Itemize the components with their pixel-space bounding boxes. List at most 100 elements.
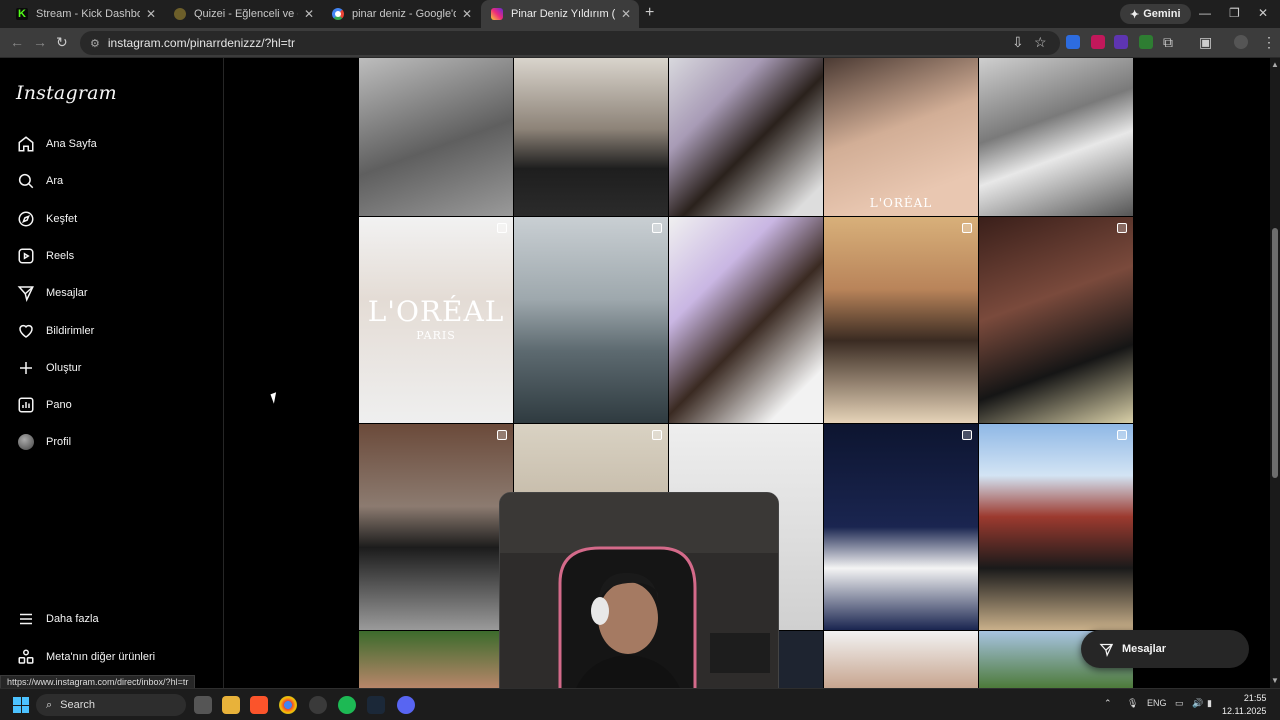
post-thumbnail[interactable]: L'ORÉAL: [824, 58, 978, 216]
post-thumbnail[interactable]: [824, 217, 978, 423]
brave-browser-icon[interactable]: [250, 696, 268, 714]
post-thumbnail[interactable]: [514, 58, 668, 216]
microphone-icon[interactable]: 🎙: [1127, 698, 1138, 709]
nav-notifications[interactable]: Bildirimler: [12, 315, 212, 347]
tab-instagram[interactable]: Pinar Deniz Yıldırım (@pinarrde ✕: [481, 0, 639, 28]
carousel-icon: [962, 223, 972, 233]
scroll-up-arrow-icon[interactable]: ▲: [1271, 60, 1279, 69]
nav-reels[interactable]: Reels: [12, 240, 212, 272]
language-indicator[interactable]: ENG: [1147, 698, 1167, 708]
url-input[interactable]: ⚙ instagram.com/pinarrdenizzz/?hl=tr: [80, 31, 1060, 55]
tab-quizei[interactable]: Quizei - Eğlenceli ve etkileşimli ✕: [164, 0, 322, 28]
post-thumbnail[interactable]: [979, 217, 1133, 423]
close-window-icon[interactable]: ✕: [1258, 6, 1268, 20]
extension-icon[interactable]: [1114, 35, 1128, 49]
nav-meta-products[interactable]: Meta'nın diğer ürünleri: [12, 641, 212, 673]
windows-taskbar: ⌕ Search ⌃ 🎙 ENG ▭ 🔊 ▮ 21:55 12.11.2025: [0, 688, 1280, 720]
nav-label: Ana Sayfa: [46, 138, 97, 150]
home-icon: [16, 134, 36, 154]
volume-icon[interactable]: 🔊: [1192, 698, 1203, 709]
gemini-label: Gemini: [1143, 8, 1181, 20]
taskbar-search-input[interactable]: ⌕ Search: [36, 694, 186, 716]
minimize-icon[interactable]: —: [1199, 6, 1211, 20]
reload-icon[interactable]: ↻: [56, 34, 68, 51]
side-panel-icon[interactable]: ▣: [1199, 34, 1212, 51]
nav-more[interactable]: Daha fazla: [12, 603, 212, 635]
install-app-icon[interactable]: ⇩: [1012, 34, 1024, 51]
carousel-icon: [652, 430, 662, 440]
site-info-icon[interactable]: ⚙: [90, 37, 100, 50]
nav-home[interactable]: Ana Sayfa: [12, 128, 212, 160]
streamer-webcam-overlay: [499, 492, 779, 706]
spotify-icon[interactable]: [338, 696, 356, 714]
back-arrow-icon[interactable]: ←: [10, 34, 24, 50]
nav-create[interactable]: Oluştur: [12, 352, 212, 384]
bookmark-star-icon[interactable]: ☆: [1034, 34, 1047, 51]
new-tab-plus-icon[interactable]: +: [645, 4, 654, 22]
nav-explore[interactable]: Keşfet: [12, 203, 212, 235]
google-favicon-icon: [332, 8, 344, 20]
post-thumbnail[interactable]: [979, 58, 1133, 216]
chrome-icon[interactable]: [279, 696, 297, 714]
network-icon[interactable]: ▭: [1175, 698, 1184, 709]
scrollbar-thumb[interactable]: [1272, 228, 1278, 478]
extension-icon[interactable]: [1139, 35, 1153, 49]
nav-search[interactable]: Ara: [12, 165, 212, 197]
post-thumbnail[interactable]: [669, 217, 823, 423]
windows-start-icon[interactable]: [13, 697, 29, 713]
close-icon[interactable]: ✕: [462, 7, 472, 21]
scroll-down-arrow-icon[interactable]: ▼: [1271, 676, 1279, 685]
post-thumbnail[interactable]: [824, 424, 978, 630]
tab-title: pinar deniz - Google'da Ara: [352, 8, 456, 20]
tab-title: Stream - Kick Dashboard: [36, 8, 140, 20]
post-thumbnail[interactable]: [979, 424, 1133, 630]
tab-title: Quizei - Eğlenceli ve etkileşimli: [194, 8, 298, 20]
carousel-icon: [497, 430, 507, 440]
messages-label: Mesajlar: [1122, 643, 1167, 655]
kebab-menu-icon[interactable]: ⋮: [1262, 34, 1276, 51]
post-thumbnail[interactable]: [824, 631, 978, 688]
tab-google[interactable]: pinar deniz - Google'da Ara ✕: [322, 0, 480, 28]
battery-icon[interactable]: ▮: [1207, 698, 1212, 709]
search-placeholder: Search: [60, 699, 96, 711]
puzzle-extensions-icon[interactable]: ⧉: [1163, 34, 1173, 51]
menu-icon: [16, 609, 36, 629]
nav-dashboard[interactable]: Pano: [12, 389, 212, 421]
avatar: [18, 434, 34, 450]
restore-icon[interactable]: ❐: [1229, 6, 1240, 20]
close-icon[interactable]: ✕: [146, 7, 156, 21]
page-scrollbar[interactable]: ▲ ▼: [1270, 58, 1280, 688]
post-thumbnail[interactable]: [359, 631, 513, 688]
post-thumbnail[interactable]: L'ORÉAL PARIS: [359, 217, 513, 423]
extension-icon[interactable]: [1066, 35, 1080, 49]
system-clock[interactable]: 21:55 12.11.2025: [1222, 692, 1266, 718]
instagram-logo[interactable]: Instagram: [16, 82, 117, 104]
extension-icon[interactable]: [1091, 35, 1105, 49]
file-explorer-icon[interactable]: [222, 696, 240, 714]
profile-avatar-icon[interactable]: [1234, 35, 1248, 49]
nav-label: Profil: [46, 436, 72, 448]
quizei-favicon-icon: [174, 8, 186, 20]
close-icon[interactable]: ✕: [304, 7, 314, 21]
steam-icon[interactable]: [367, 696, 385, 714]
nav-label: Ara: [46, 175, 64, 187]
task-view-icon[interactable]: [194, 696, 212, 714]
nav-profile[interactable]: Profil: [12, 426, 212, 458]
chevron-up-icon[interactable]: ⌃: [1104, 698, 1112, 709]
compass-icon: [16, 209, 36, 229]
messages-floating-button[interactable]: Mesajlar: [1081, 630, 1249, 668]
close-icon[interactable]: ✕: [621, 7, 631, 21]
nav-messages[interactable]: Mesajlar: [12, 277, 212, 309]
gemini-button[interactable]: ✦ Gemini: [1120, 4, 1191, 24]
discord-icon[interactable]: [397, 696, 415, 714]
post-thumbnail[interactable]: [359, 58, 513, 216]
instagram-favicon-icon: [491, 8, 503, 20]
post-thumbnail[interactable]: [669, 58, 823, 216]
obs-icon[interactable]: [309, 696, 327, 714]
carousel-icon: [962, 430, 972, 440]
post-thumbnail[interactable]: [514, 217, 668, 423]
plus-icon: [16, 358, 36, 378]
forward-arrow-icon[interactable]: →: [33, 34, 47, 50]
tab-kick[interactable]: K Stream - Kick Dashboard ✕: [6, 0, 164, 28]
post-thumbnail[interactable]: [359, 424, 513, 630]
